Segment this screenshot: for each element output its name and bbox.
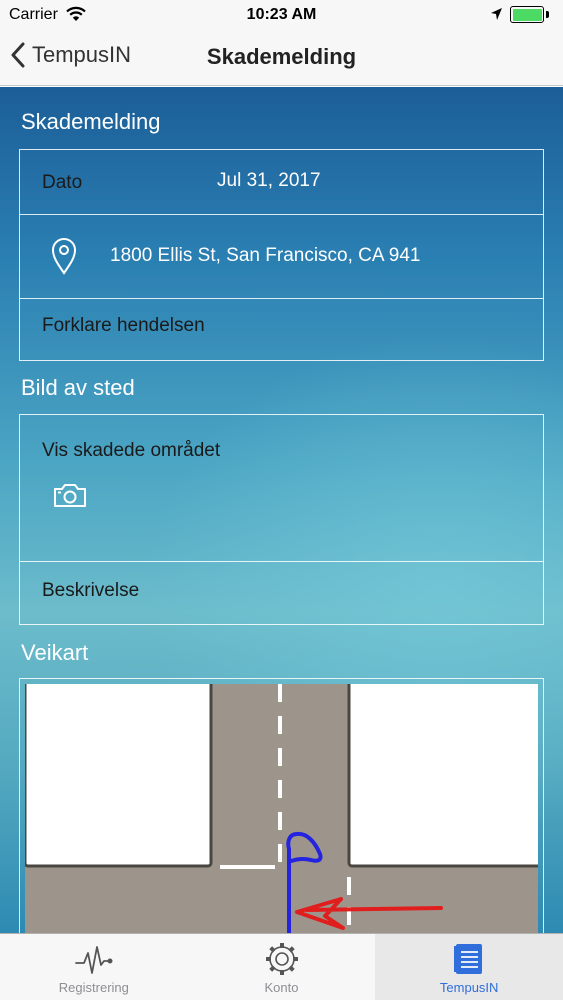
section-title-veikart: Veikart [21,640,89,665]
tab-bar: Registrering Konto TempusIN [0,933,563,1000]
describe-event-row[interactable]: Forklare hendelsen [20,299,543,360]
gear-icon [265,943,298,975]
date-label: Dato [42,172,83,193]
tab-konto[interactable]: Konto [188,934,376,1000]
location-row[interactable]: 1800 Ellis St, San Francisco, CA 941 [20,215,543,299]
photo-label: Vis skadede området [42,440,221,461]
tab-tempusin[interactable]: TempusIN [375,934,563,1000]
clock: 10:23 AM [246,6,317,23]
photo-card: Vis skadede området Beskrivelse [19,414,544,625]
block-top-right [347,684,538,868]
tab-registrering-label: Registrering [58,980,129,995]
tab-registrering[interactable]: Registrering [0,934,188,1000]
block-top-left [25,684,213,868]
location-value: 1800 Ellis St, San Francisco, CA 941 [110,245,421,266]
photo-row[interactable]: Vis skadede området [20,415,543,562]
description-label: Beskrivelse [42,580,140,601]
navigation-bar: TempusIN Skademelding [0,30,563,86]
pulse-icon [74,946,113,974]
back-button[interactable]: TempusIN [10,42,131,68]
document-icon [454,944,483,974]
road-map-drawing[interactable] [25,684,538,933]
description-row[interactable]: Beskrivelse [20,562,543,624]
section-title-skademelding: Skademelding [21,109,161,134]
content-area[interactable]: Skademelding Dato Jul 31, 2017 1800 Elli… [0,87,563,933]
tab-konto-label: Konto [264,980,299,995]
road-map-canvas[interactable] [19,678,544,933]
date-value[interactable]: Jul 31, 2017 [217,170,321,192]
back-button-label: TempusIN [32,42,132,67]
status-bar: Carrier 10:23 AM [0,0,563,30]
describe-event-label: Forklare hendelsen [42,315,205,336]
camera-icon[interactable] [52,481,88,514]
section-title-bild-av-sted: Bild av sted [21,375,135,400]
location-arrow-icon [490,7,503,26]
battery-tip [546,11,549,18]
tab-tempusin-label: TempusIN [439,980,499,995]
incident-card: Dato Jul 31, 2017 1800 Ellis St, San Fra… [19,149,544,361]
battery-icon [510,6,544,23]
chevron-left-icon [11,42,25,68]
date-row[interactable]: Dato Jul 31, 2017 [20,150,543,215]
location-pin-icon [51,237,77,280]
